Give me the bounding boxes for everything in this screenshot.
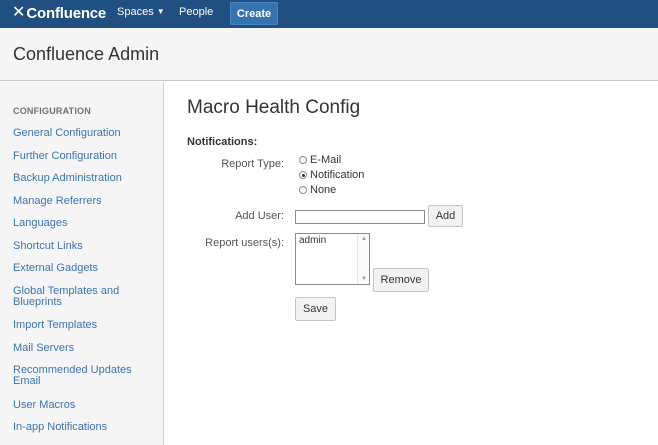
nav-spaces-label: Spaces xyxy=(117,6,154,18)
scroll-up-icon[interactable]: ▲ xyxy=(361,236,367,242)
save-button[interactable]: Save xyxy=(295,297,336,321)
list-item[interactable]: admin xyxy=(299,235,326,246)
report-users-list[interactable]: admin ▲ ▼ xyxy=(295,233,370,285)
sidebar-item-further-configuration[interactable]: Further Configuration xyxy=(13,151,153,162)
report-type-label: Report Type: xyxy=(221,158,284,170)
email-radio[interactable] xyxy=(299,156,307,164)
remove-user-button[interactable]: Remove xyxy=(373,268,429,292)
scroll-down-icon[interactable]: ▼ xyxy=(361,276,367,282)
logo-text: Confluence xyxy=(26,4,107,22)
sidebar-heading: CONFIGURATION xyxy=(13,106,91,116)
none-radio-label: None xyxy=(310,184,337,196)
sidebar-item-mail-servers[interactable]: Mail Servers xyxy=(13,343,153,354)
notification-radio[interactable] xyxy=(299,171,307,179)
sidebar-item-user-macros[interactable]: User Macros xyxy=(13,400,153,411)
none-radio[interactable] xyxy=(299,186,307,194)
nav-spaces-menu[interactable]: Spaces ▼ xyxy=(117,6,165,18)
sidebar-item-external-gadgets[interactable]: External Gadgets xyxy=(13,263,153,274)
radio-option-email[interactable]: E-Mail xyxy=(299,154,341,166)
sidebar-item-global-templates[interactable]: Global Templates and Blueprints xyxy=(13,286,128,308)
top-navigation-bar: ✕ Confluence Spaces ▼ People Create xyxy=(0,0,658,28)
email-radio-label: E-Mail xyxy=(310,154,342,166)
confluence-logo-icon: ✕ xyxy=(12,4,26,21)
sidebar-item-backup-administration[interactable]: Backup Administration xyxy=(13,173,153,184)
add-user-button[interactable]: Add xyxy=(428,205,463,227)
nav-people-link[interactable]: People xyxy=(179,6,213,18)
sidebar-item-languages[interactable]: Languages xyxy=(13,218,153,229)
radio-option-notification[interactable]: Notification xyxy=(299,169,364,181)
sidebar-item-recommended-updates-email[interactable]: Recommended Updates Email xyxy=(13,365,138,387)
sidebar-item-shortcut-links[interactable]: Shortcut Links xyxy=(13,241,153,252)
confluence-logo[interactable]: ✕ Confluence xyxy=(12,3,106,23)
sidebar-item-import-templates[interactable]: Import Templates xyxy=(13,320,153,331)
list-scrollbar[interactable]: ▲ ▼ xyxy=(357,234,369,284)
notifications-section-label: Notifications: xyxy=(187,136,258,148)
admin-header: Confluence Admin xyxy=(0,28,658,81)
sidebar-item-general-configuration[interactable]: General Configuration xyxy=(13,128,153,139)
sidebar-item-in-app-notifications[interactable]: In-app Notifications xyxy=(13,422,153,433)
chevron-down-icon: ▼ xyxy=(156,7,165,16)
add-user-label: Add User: xyxy=(235,210,284,222)
add-user-input[interactable] xyxy=(295,210,425,224)
admin-title: Confluence Admin xyxy=(13,44,160,64)
radio-option-none[interactable]: None xyxy=(299,184,336,196)
create-button[interactable]: Create xyxy=(230,2,278,25)
report-users-label: Report users(s): xyxy=(205,237,284,249)
page-title: Macro Health Config xyxy=(187,97,361,118)
sidebar-item-manage-referrers[interactable]: Manage Referrers xyxy=(13,196,153,207)
notification-radio-label: Notification xyxy=(310,169,365,181)
